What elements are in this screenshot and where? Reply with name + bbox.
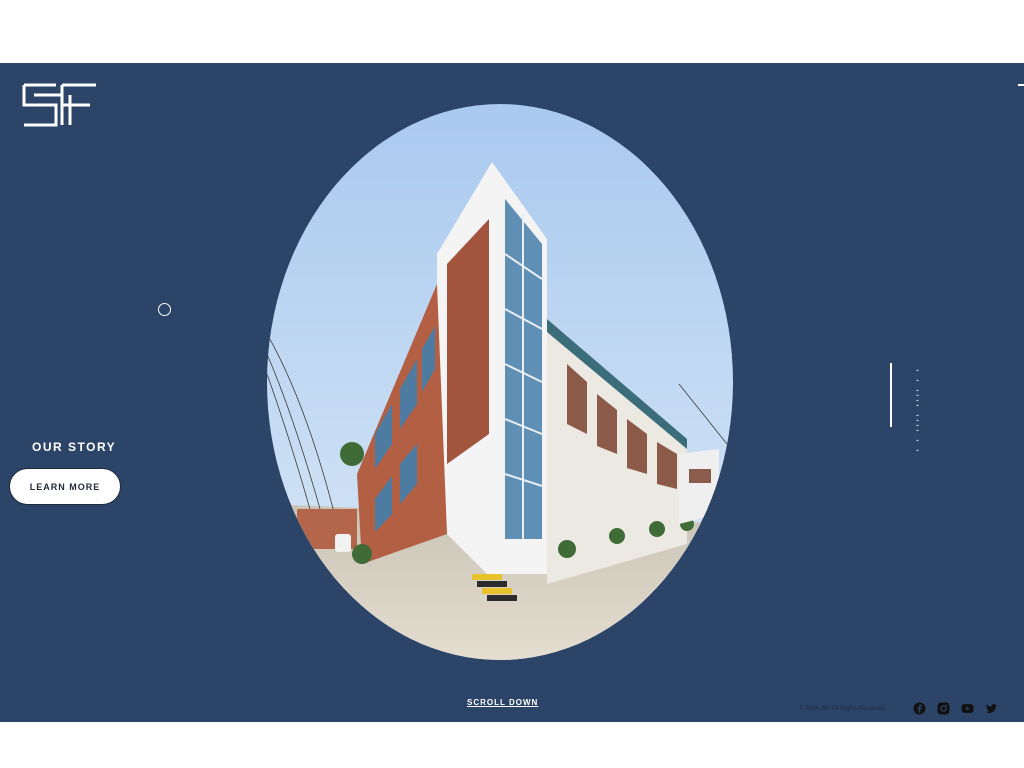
scroll-down-link[interactable]: SCROLL DOWN (467, 698, 538, 707)
sf-logo-icon[interactable] (22, 83, 98, 127)
copyright-text: © 2024, SF. All Rights Reserved. (799, 706, 887, 712)
facebook-icon[interactable] (913, 702, 926, 715)
hero-section: OUR STORY LEARN MORE ---- ---- ---- SCRO… (0, 63, 1024, 722)
social-links (913, 702, 998, 715)
hero-image (267, 104, 733, 660)
menu-indicator[interactable] (1018, 84, 1024, 86)
learn-more-button[interactable]: LEARN MORE (9, 468, 121, 505)
slide-active-bar (890, 363, 892, 427)
instagram-icon[interactable] (937, 702, 950, 715)
section-label: OUR STORY (32, 440, 117, 454)
slide-dot-3[interactable]: ---- (916, 415, 920, 455)
cursor-circle-icon (158, 303, 171, 316)
youtube-icon[interactable] (961, 702, 974, 715)
twitter-icon[interactable] (985, 702, 998, 715)
